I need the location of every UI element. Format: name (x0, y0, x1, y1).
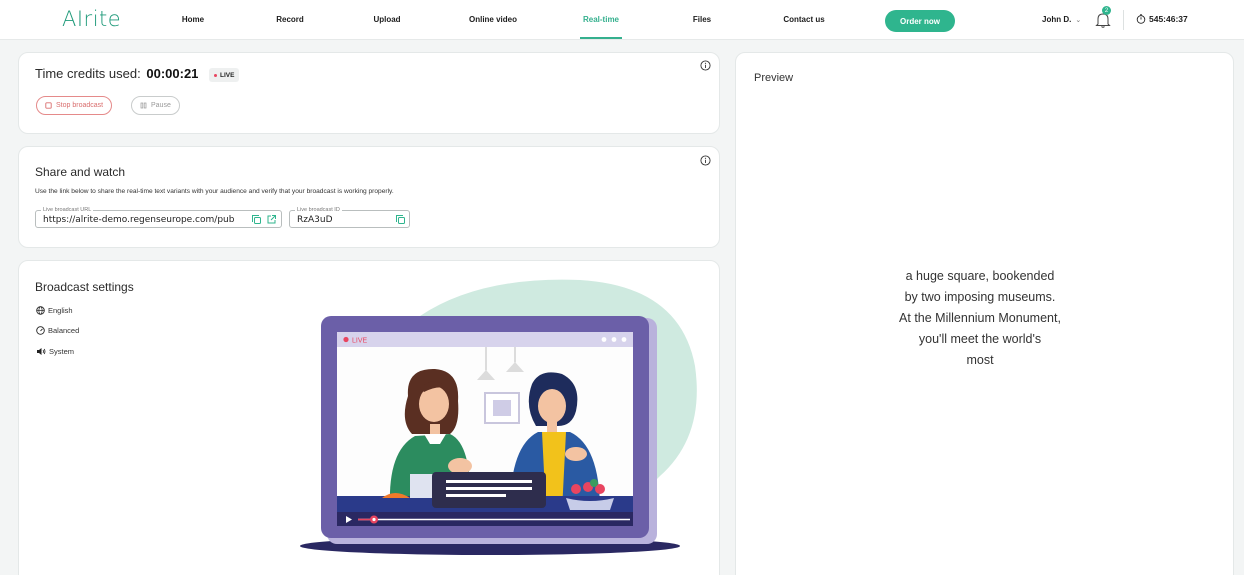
preview-transcript: a huge square, bookended by two imposing… (830, 266, 1130, 371)
share-title: Share and watch (35, 165, 126, 179)
user-name: John D. (1042, 15, 1072, 24)
broadcast-illustration: LIVE (300, 279, 697, 555)
preview-title: Preview (754, 72, 794, 84)
active-nav-indicator (580, 37, 622, 39)
live-dot-icon (214, 73, 217, 77)
transcript-line: most (966, 353, 994, 367)
nav-home[interactable]: Home (182, 15, 204, 24)
time-balance-value: 545:46:37 (1149, 14, 1188, 24)
broadcast-status-card (18, 52, 720, 134)
share-and-watch-card (18, 146, 720, 248)
globe-icon (36, 306, 45, 315)
mode-value: Balanced (48, 326, 80, 335)
transcript-line: by two imposing museums. (904, 290, 1056, 304)
stopwatch-icon (1136, 14, 1146, 24)
top-navigation-bar: AIrite Home Record Upload Online video R… (0, 0, 1244, 40)
nav-upload[interactable]: Upload (373, 15, 400, 24)
time-credits: Time credits used: 00:00:21 (35, 66, 198, 81)
external-link-icon[interactable] (266, 214, 277, 225)
nav-record[interactable]: Record (276, 15, 304, 24)
broadcast-id-field[interactable]: Live broadcast ID RzA3uD (289, 207, 410, 228)
info-icon[interactable] (700, 155, 711, 166)
copy-icon[interactable] (251, 214, 262, 225)
live-badge: LIVE (209, 68, 240, 82)
notification-badge: 2 (1102, 6, 1111, 15)
share-description: Use the link below to share the real-tim… (35, 188, 394, 195)
broadcast-settings-title: Broadcast settings (35, 280, 134, 294)
order-now-button[interactable]: Order now (885, 10, 955, 32)
gauge-icon (36, 326, 45, 335)
setting-audio[interactable]: System (36, 347, 74, 356)
transcript-line: At the Millennium Monument, (899, 311, 1061, 325)
time-balance: 545:46:37 (1136, 14, 1188, 24)
pause-label: Pause (151, 102, 171, 109)
broadcast-id-label: Live broadcast ID (295, 207, 342, 214)
transcript-line: a huge square, bookended (905, 269, 1055, 283)
stop-broadcast-button[interactable]: Stop broadcast (36, 96, 113, 115)
nav-files[interactable]: Files (693, 15, 711, 24)
time-credits-value: 00:00:21 (146, 66, 199, 81)
chevron-down-icon: ⌄ (1075, 17, 1082, 24)
nav-online-video[interactable]: Online video (469, 15, 517, 24)
broadcast-url-label: Live broadcast URL (41, 207, 94, 214)
setting-language[interactable]: English (36, 306, 73, 315)
user-menu[interactable]: John D. ⌄ (1042, 15, 1081, 24)
transcript-line: you'll meet the world's (918, 332, 1042, 346)
live-badge-label: LIVE (220, 71, 235, 79)
setting-mode[interactable]: Balanced (36, 326, 79, 335)
copy-icon[interactable] (395, 214, 406, 225)
divider (1123, 10, 1124, 30)
broadcast-url-value: https://alrite-demo.regenseurope.com/pub (43, 215, 235, 225)
pause-button[interactable]: Pause (131, 96, 180, 115)
stop-icon (45, 102, 52, 109)
nav-contact-us[interactable]: Contact us (783, 15, 824, 24)
speaker-icon (37, 348, 46, 355)
stop-broadcast-label: Stop broadcast (56, 102, 104, 109)
nav-real-time[interactable]: Real-time (583, 15, 619, 24)
broadcast-id-value: RzA3uD (297, 215, 333, 225)
audio-value: System (49, 347, 75, 356)
broadcast-url-field[interactable]: Live broadcast URL https://alrite-demo.r… (35, 207, 282, 228)
time-credits-label: Time credits used: (35, 66, 141, 81)
info-icon[interactable] (700, 60, 711, 71)
language-value: English (48, 306, 73, 315)
pause-icon (140, 102, 147, 109)
live-indicator-label: LIVE (352, 338, 368, 345)
app-logo[interactable]: AIrite (62, 7, 121, 31)
